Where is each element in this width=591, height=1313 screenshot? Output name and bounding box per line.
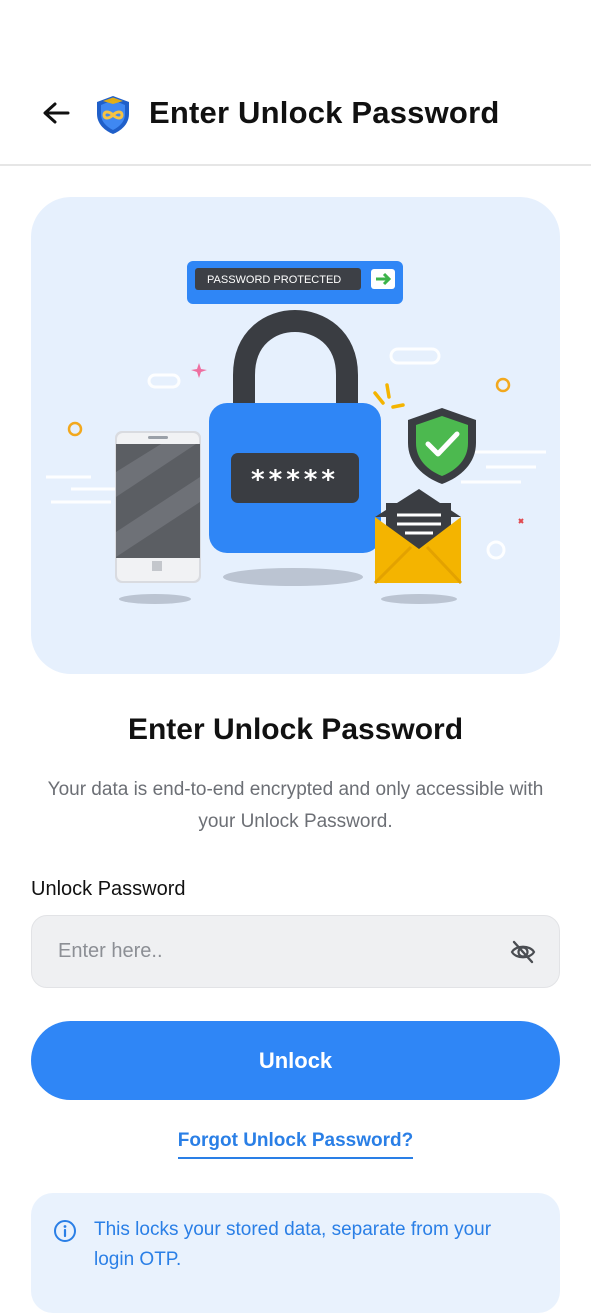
subtitle-text: Your data is end-to-end encrypted and on… [47,779,544,832]
shield-infinity-logo [97,96,129,134]
svg-text:*****: ***** [251,465,339,495]
visibility-toggle-button[interactable] [507,936,539,968]
password-banner: PASSWORD PROTECTED [187,261,403,304]
shield-check-icon [408,408,476,484]
info-text: This locks your stored data, separate fr… [94,1219,492,1270]
back-button[interactable] [36,93,76,133]
info-icon [54,1220,76,1242]
padlock-icon: ***** [209,309,381,586]
forgot-password-link[interactable]: Forgot Unlock Password? [177,1130,414,1159]
envelope-icon [373,489,463,604]
hero-illustration: PASSWORD PROTECTED ***** [31,197,560,674]
info-box: This locks your stored data, separate fr… [31,1193,560,1313]
password-input[interactable] [58,916,488,987]
page-title: Enter Unlock Password [149,95,500,130]
password-label: Unlock Password [31,878,186,900]
arrow-left-icon [43,102,70,124]
main-heading: Enter Unlock Password [127,713,464,746]
smartphone-icon [115,431,201,604]
password-field [31,915,560,988]
unlock-button[interactable]: Unlock [31,1021,560,1100]
svg-text:PASSWORD PROTECTED: PASSWORD PROTECTED [207,274,341,286]
app-bar: Enter Unlock Password [0,0,591,166]
eye-off-icon [510,940,536,964]
forgot-password-container: Forgot Unlock Password? [0,1130,591,1159]
